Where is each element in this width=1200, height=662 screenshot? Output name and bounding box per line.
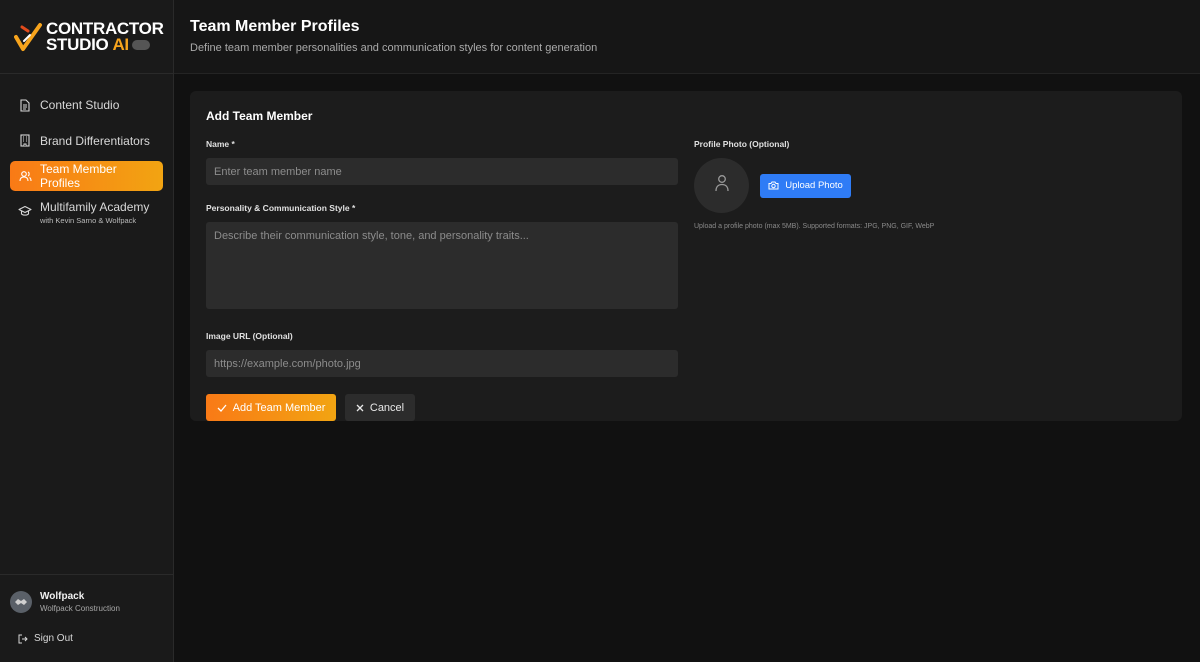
image-url-input[interactable]: [206, 350, 678, 377]
sign-out-icon: [18, 634, 28, 644]
name-label: Name *: [206, 139, 235, 149]
user-name: Wolfpack: [40, 591, 85, 602]
cancel-button[interactable]: Cancel: [345, 394, 415, 421]
brand-ai: AI: [112, 34, 129, 54]
main-content: Team Member Profiles Define team member …: [174, 0, 1200, 662]
building-icon: [18, 134, 32, 148]
personality-textarea[interactable]: [206, 222, 678, 309]
page-title: Team Member Profiles: [190, 18, 360, 35]
brand-line2: STUDIO: [46, 34, 109, 54]
page-header: Team Member Profiles Define team member …: [174, 0, 1200, 74]
add-team-member-button[interactable]: Add Team Member: [206, 394, 336, 421]
sidebar-item-label: Team Member Profiles: [40, 162, 117, 190]
sidebar-item-content-studio[interactable]: Content Studio: [10, 90, 163, 120]
sidebar-nav: Content Studio Brand Differentiators Tea…: [0, 74, 173, 238]
camera-icon: [768, 181, 779, 190]
brand-badge-icon: [131, 39, 150, 50]
sign-out-button[interactable]: Sign Out: [10, 633, 163, 644]
user-icon: [714, 174, 730, 197]
close-icon: [356, 404, 364, 412]
page-subtitle: Define team member personalities and com…: [190, 42, 598, 54]
upload-photo-button[interactable]: Upload Photo: [760, 173, 851, 198]
sidebar-item-sublabel: with Kevin Sarno & Wolfpack: [40, 215, 137, 225]
photo-hint: Upload a profile photo (max 5MB). Suppor…: [694, 223, 935, 230]
name-input[interactable]: [206, 158, 678, 185]
profile-photo-section: Profile Photo (Optional) Upload Photo Up…: [694, 139, 1174, 230]
profile-photo-label: Profile Photo (Optional): [694, 139, 790, 149]
app-root: CONTRACTOR STUDIO AI Content Studio Bran…: [0, 0, 1200, 662]
user-profile[interactable]: Wolfpack Wolfpack Construction: [10, 591, 163, 613]
cancel-label: Cancel: [369, 401, 405, 414]
brand-logo[interactable]: CONTRACTOR STUDIO AI: [0, 0, 173, 74]
photo-placeholder: [694, 158, 749, 213]
upload-photo-label: Upload Photo: [785, 180, 843, 191]
sign-out-label: Sign Out: [34, 633, 73, 644]
user-company: Wolfpack Construction: [40, 604, 120, 613]
sidebar: CONTRACTOR STUDIO AI Content Studio Bran…: [0, 0, 174, 662]
form-fields: Name * Personality & Communication Style…: [206, 139, 678, 421]
sidebar-item-label: Brand Differentiators: [40, 133, 150, 148]
graduation-cap-icon: [18, 204, 32, 218]
logo-mark-icon: [14, 21, 44, 53]
sidebar-item-team-member-profiles[interactable]: Team Member Profiles: [10, 161, 163, 191]
image-url-label: Image URL (Optional): [206, 331, 293, 341]
avatar: [10, 591, 32, 613]
check-icon: [217, 404, 227, 412]
sidebar-footer: Wolfpack Wolfpack Construction Sign Out: [0, 574, 173, 662]
sidebar-item-multifamily-academy[interactable]: Multifamily Academy with Kevin Sarno & W…: [10, 197, 163, 233]
add-team-member-label: Add Team Member: [232, 401, 326, 414]
sidebar-item-brand-differentiators[interactable]: Brand Differentiators: [10, 126, 163, 156]
card-title: Add Team Member: [206, 109, 313, 123]
users-icon: [18, 169, 32, 183]
sidebar-item-label: Multifamily Academy: [40, 199, 150, 214]
personality-label: Personality & Communication Style *: [206, 203, 356, 213]
add-team-member-card: Add Team Member Name * Personality & Com…: [190, 91, 1182, 421]
document-icon: [18, 98, 32, 112]
sidebar-item-label: Content Studio: [40, 98, 120, 112]
